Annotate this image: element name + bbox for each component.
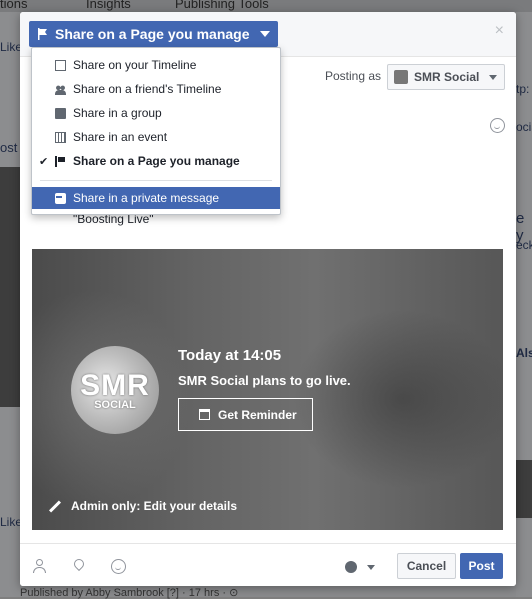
tag-people-icon[interactable]: [33, 559, 48, 574]
page-name: SMR Social: [414, 70, 480, 84]
posting-as-label: Posting as: [325, 69, 382, 83]
video-background-blur: [292, 309, 503, 489]
background-nav-item: Insights: [86, 0, 131, 11]
get-reminder-button[interactable]: Get Reminder: [178, 398, 313, 431]
menu-item-share-private-message[interactable]: Share in a private message: [32, 187, 280, 209]
menu-divider: [40, 180, 272, 181]
background-right-text: tp:: [516, 82, 530, 96]
location-icon[interactable]: [72, 559, 87, 574]
flag-icon: [55, 155, 66, 167]
background-thumbnail: [516, 460, 532, 518]
background-nav-item: tions: [0, 0, 28, 11]
message-icon: [55, 192, 66, 204]
globe-icon[interactable]: [345, 561, 357, 573]
edit-details-link[interactable]: Admin only: Edit your details: [48, 499, 237, 513]
share-destination-label: Share on a Page you manage: [55, 26, 250, 42]
calendar-icon: [199, 409, 210, 420]
background-left-text: ost: [0, 140, 18, 155]
edit-details-label: Admin only: Edit your details: [71, 499, 238, 513]
emoji-icon[interactable]: [490, 118, 505, 133]
menu-item-share-timeline[interactable]: Share on your Timeline: [32, 54, 280, 76]
friends-icon: [55, 83, 66, 95]
background-bottom-text: Published by Abby Sambrook [?] · 17 hrs …: [20, 586, 516, 599]
dialog-footer: Cancel Post: [20, 543, 516, 586]
live-video-preview: SMR SOCIAL Today at 14:05 SMR Social pla…: [32, 249, 503, 530]
page-avatar: [394, 70, 408, 84]
menu-item-label: Share in a group: [73, 106, 162, 120]
posting-as-select[interactable]: SMR Social: [387, 64, 505, 90]
close-icon[interactable]: ×: [495, 22, 504, 40]
share-destination-button[interactable]: Share on a Page you manage: [29, 21, 278, 47]
pencil-icon: [48, 499, 62, 513]
background-nav-item: Publishing Tools: [175, 0, 269, 11]
page-logo: SMR SOCIAL: [71, 346, 159, 434]
menu-item-label: Share on a Page you manage: [73, 154, 240, 168]
background-left-text: Like: [0, 40, 23, 54]
menu-item-share-friend-timeline[interactable]: Share on a friend's Timeline: [32, 78, 280, 100]
background-right-text: eck: [516, 238, 532, 252]
live-description: SMR Social plans to go live.: [178, 373, 351, 388]
live-time: Today at 14:05: [178, 347, 282, 364]
share-destination-menu: Share on your Timeline Share on a friend…: [31, 47, 281, 215]
menu-item-share-group[interactable]: Share in a group: [32, 102, 280, 124]
chevron-down-icon: [489, 74, 497, 80]
get-reminder-label: Get Reminder: [218, 407, 297, 422]
logo-text: SMR: [80, 369, 150, 402]
background-right-text: ocia: [516, 120, 532, 134]
group-icon: [55, 107, 66, 119]
menu-item-share-page[interactable]: ✔ Share on a Page you manage: [32, 150, 280, 172]
chevron-down-icon: [260, 31, 270, 37]
menu-item-label: Share on your Timeline: [73, 58, 197, 72]
checkmark-icon: ✔: [39, 155, 49, 168]
menu-item-share-event[interactable]: Share in an event: [32, 126, 280, 148]
background-top-nav: tions Insights Publishing Tools: [0, 0, 532, 12]
event-icon: [55, 131, 66, 143]
background-right-text: Also: [516, 346, 532, 360]
edit-icon: [55, 59, 66, 71]
menu-item-label: Share on a friend's Timeline: [73, 82, 222, 96]
cancel-button[interactable]: Cancel: [397, 553, 456, 579]
flag-icon: [38, 28, 47, 40]
background-left-column: Like ost Like: [0, 12, 23, 597]
background-left-text: Like: [0, 515, 23, 529]
post-button[interactable]: Post: [460, 553, 503, 579]
menu-item-label: Share in an event: [73, 130, 168, 144]
menu-item-label: Share in a private message: [73, 191, 220, 205]
feeling-icon[interactable]: [111, 559, 126, 574]
background-image: [0, 167, 20, 407]
chevron-down-icon[interactable]: [367, 565, 375, 570]
logo-subtext: SOCIAL: [94, 399, 136, 411]
background-right-column: tp: ocia e y eck Also: [516, 12, 532, 597]
